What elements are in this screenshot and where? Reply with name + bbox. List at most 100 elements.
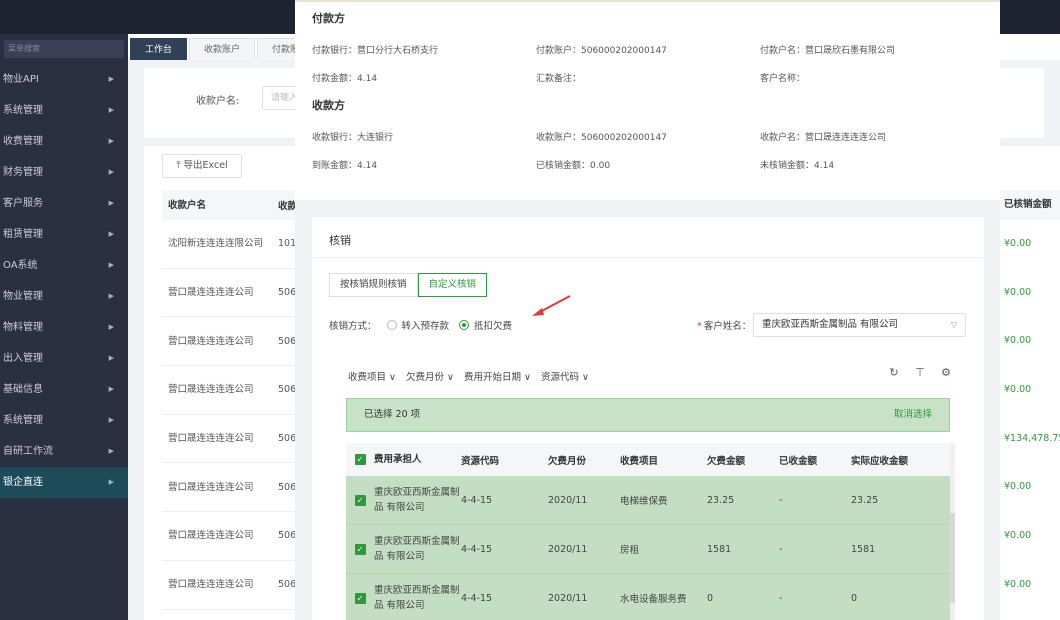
cell-item: 房租 [620,545,640,556]
header-payee-name: 收款户名 [168,199,207,211]
table-row[interactable]: ✓ 重庆欧亚西斯金属制品 有限公司 4-4-15 2020/11 电梯维保费 2… [346,476,950,525]
chevron-right-icon: ▶ [108,230,114,238]
header-month: 欠费月份 [548,455,587,467]
sidebar-item-finance[interactable]: 财务管理 ▶ [0,157,128,188]
cell-month: 2020/11 [548,592,588,604]
scrollbar-thumb[interactable] [950,513,955,603]
cell-actual: 1581 [851,543,876,555]
transaction-info: 付款方 付款银行：营口分行大石桥支行 付款账户：506000202000147 … [295,0,1000,200]
row-checkbox[interactable]: ✓ [354,592,366,604]
customer-label-text: 客户姓名： [703,321,752,332]
writeoff-card: 核销 按核销规则核销 自定义核销 核销方式： 转入预存款 抵扣欠费 * 客户姓名：… [312,217,984,620]
sidebar-item-wuye-api[interactable]: 物业API ▶ [0,64,128,95]
chevron-right-icon: ▶ [108,261,114,269]
filter-start-date[interactable]: 费用开始日期 ∨ [464,369,531,383]
sidebar-item-label: 基础信息 [3,384,43,395]
refresh-icon[interactable]: ↻ [888,367,900,379]
chevron-right-icon: ▶ [108,106,114,114]
cell-resource-code: 4-4-15 [461,592,493,604]
required-mark: * [697,321,702,332]
writeoff-mode: 核销方式： 转入预存款 抵扣欠费 [329,318,512,332]
column-height-icon[interactable]: ⊤ [914,367,926,379]
tab-workbench[interactable]: 工作台 [130,38,188,60]
selection-bar: 已选择 20 项 取消选择 [346,398,950,432]
header-written-off: 已核销金额 [1000,190,1060,220]
arrears-table: ✓ 费用承担人 资源代码 欠费月份 收费项目 欠费金额 已收金额 实际应收金额 … [346,443,950,620]
filter-arrears-month[interactable]: 欠费月份 ∨ [406,369,454,383]
sidebar-item-customer-service[interactable]: 客户服务 ▶ [0,188,128,219]
payee-account: 收款账户：506000202000147 [536,133,667,143]
payer-account: 付款账户：506000202000147 [536,46,667,56]
row-checkbox[interactable]: ✓ [354,543,366,555]
cell-name: 营口晟连连连连公司 [168,433,254,445]
written-off-amount: 已核销金额：0.00 [536,161,611,171]
chevron-down-icon: ▽ [950,320,957,329]
sidebar-item-basic-info[interactable]: 基础信息 ▶ [0,374,128,405]
cell-name: 营口晟连连连连公司 [168,384,254,396]
sidebar-item-system-2[interactable]: 系统管理 ▶ [0,405,128,436]
cell-bearer: 重庆欧亚西斯金属制品 有限公司 [374,536,460,562]
sidebar-item-charges[interactable]: 收费管理 ▶ [0,126,128,157]
filter-label: 资源代码 [541,372,580,383]
prepay-label[interactable]: 转入预存款 [402,318,450,332]
table-row[interactable]: ✓ 重庆欧亚西斯金属制品 有限公司 4-4-15 2020/11 水电设备服务费… [346,574,950,620]
payer-amount: 付款金额：4.14 [312,74,378,84]
sidebar-item-label: 客户服务 [3,198,43,209]
chevron-right-icon: ▶ [108,75,114,83]
header-received: 已收金额 [779,455,818,467]
row-checkbox[interactable]: ✓ [354,494,366,506]
offset-radio[interactable] [459,320,470,330]
table-tools: ↻ ⊤ ⚙ [888,367,952,379]
sidebar-item-workflow[interactable]: 自研工作流 ▶ [0,436,128,467]
cell-resource-code: 4-4-15 [461,494,493,506]
customer-select[interactable]: 重庆欧亚西斯金属制品 有限公司 ▽ [753,313,966,337]
filter-label: 收费项目 [348,372,387,383]
filter-charge-item[interactable]: 收费项目 ∨ [348,369,396,383]
header-bearer: 费用承担人 [374,454,422,465]
row-checkbox-cell: ✓ [346,494,374,506]
row-checkbox-cell: ✓ [346,543,374,555]
sidebar-item-system[interactable]: 系统管理 ▶ [0,95,128,126]
offset-label[interactable]: 抵扣欠费 [474,318,512,332]
settings-icon[interactable]: ⚙ [940,367,952,379]
sidebar-item-bank-direct[interactable]: 银企直连 ▶ [0,467,128,498]
sidebar-item-access[interactable]: 出入管理 ▶ [0,343,128,374]
chevron-right-icon: ▶ [108,137,114,145]
menu-search-input[interactable]: 菜单搜索 [4,40,124,58]
cell-month: 2020/11 [548,543,588,555]
prepay-radio[interactable] [386,320,397,330]
filter-resource-code[interactable]: 资源代码 ∨ [541,369,589,383]
custom-writeoff-button[interactable]: 自定义核销 [417,273,488,297]
sidebar-item-label: 系统管理 [3,105,43,116]
chevron-right-icon: ▶ [108,385,114,393]
header-item: 收费项目 [620,455,659,467]
sidebar-item-leasing[interactable]: 租赁管理 ▶ [0,219,128,250]
chevron-right-icon: ▶ [108,199,114,207]
export-excel-button[interactable]: ⤒ 导出Excel [162,154,242,178]
select-all-checkbox[interactable]: ✓ [354,454,366,465]
cell-item: 水电设备服务费 [620,594,687,605]
table-scrollbar[interactable] [950,443,955,620]
table-row[interactable]: ✓ 重庆欧亚西斯金属制品 有限公司 4-4-15 2020/11 房租 1581… [346,525,950,574]
sidebar-item-materials[interactable]: 物料管理 ▶ [0,312,128,343]
sidebar-item-oa[interactable]: OA系统 ▶ [0,250,128,281]
filter-label: 欠费月份 [406,372,445,383]
sidebar-item-label: OA系统 [3,260,38,271]
sidebar-item-label: 财务管理 [3,167,43,178]
rule-writeoff-button[interactable]: 按核销规则核销 [329,273,418,297]
tab-payee-accounts[interactable]: 收款账户 [189,38,256,60]
cell-bearer: 重庆欧亚西斯金属制品 有限公司 [374,585,460,611]
sidebar-item-label: 出入管理 [3,353,43,364]
sidebar-item-property[interactable]: 物业管理 ▶ [0,281,128,312]
cancel-selection-link[interactable]: 取消选择 [894,399,932,431]
written-off-column: 已核销金额 ¥0.00 ¥0.00 ¥0.00 ¥0.00 ¥134,478.7… [1000,190,1060,610]
row-checkbox-cell: ✓ [346,592,374,604]
customer-select-label: * 客户姓名： [697,318,751,332]
cell-name: 营口晟连连连连公司 [168,335,254,347]
payee-bank: 收款银行：大连银行 [312,133,394,143]
cell-written-off: ¥0.00 [1004,384,1032,396]
writeoff-modal: 付款方 付款银行：营口分行大石桥支行 付款账户：506000202000147 … [295,0,1000,620]
table-header: ✓ 费用承担人 资源代码 欠费月份 收费项目 欠费金额 已收金额 实际应收金额 [346,443,950,476]
export-icon: ⤒ [176,160,184,171]
unwritten-amount: 未核销金额：4.14 [760,161,835,171]
